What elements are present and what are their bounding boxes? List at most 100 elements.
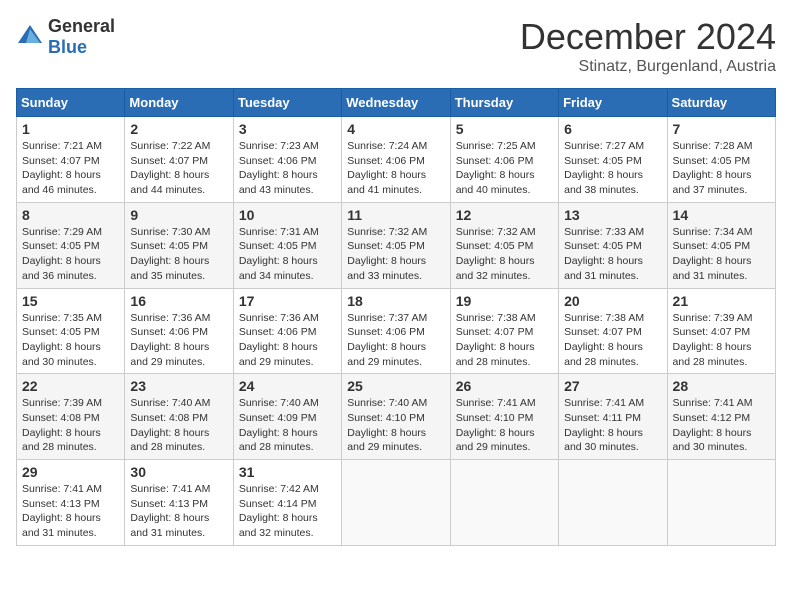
day-number: 4: [347, 121, 444, 137]
day-number: 7: [673, 121, 770, 137]
location: Stinatz, Burgenland, Austria: [520, 58, 776, 76]
calendar-body: 1Sunrise: 7:21 AM Sunset: 4:07 PM Daylig…: [17, 117, 776, 546]
day-number: 10: [239, 207, 336, 223]
calendar-header-row: SundayMondayTuesdayWednesdayThursdayFrid…: [17, 89, 776, 117]
calendar-cell: 8 Sunrise: 7:29 AM Sunset: 4:05 PM Daylig…: [17, 202, 125, 288]
day-number: 29: [22, 464, 119, 480]
day-number: 30: [130, 464, 227, 480]
cell-info: Sunrise: 7:39 AM Sunset: 4:08 PM Dayligh…: [22, 396, 119, 455]
calendar-cell: 3 Sunrise: 7:23 AM Sunset: 4:06 PM Daylig…: [233, 117, 341, 203]
day-number: 16: [130, 293, 227, 309]
calendar-cell: 24 Sunrise: 7:40 AM Sunset: 4:09 PM Dayli…: [233, 374, 341, 460]
calendar-cell: 2 Sunrise: 7:22 AM Sunset: 4:07 PM Daylig…: [125, 117, 233, 203]
day-number: 8: [22, 207, 119, 223]
calendar-cell: 9 Sunrise: 7:30 AM Sunset: 4:05 PM Daylig…: [125, 202, 233, 288]
calendar-cell: 19Sunrise: 7:38 AM Sunset: 4:07 PM Dayli…: [450, 288, 558, 374]
cell-info: Sunrise: 7:21 AM Sunset: 4:07 PM Dayligh…: [22, 139, 119, 198]
col-header-saturday: Saturday: [667, 89, 775, 117]
cell-info: Sunrise: 7:41 AM Sunset: 4:11 PM Dayligh…: [564, 396, 661, 455]
day-number: 3: [239, 121, 336, 137]
cell-info: Sunrise: 7:32 AM Sunset: 4:05 PM Dayligh…: [347, 225, 444, 284]
day-number: 12: [456, 207, 553, 223]
day-number: 9: [130, 207, 227, 223]
col-header-monday: Monday: [125, 89, 233, 117]
calendar-cell: 10Sunrise: 7:31 AM Sunset: 4:05 PM Dayli…: [233, 202, 341, 288]
calendar-cell: [667, 460, 775, 546]
col-header-tuesday: Tuesday: [233, 89, 341, 117]
col-header-friday: Friday: [559, 89, 667, 117]
title-block: December 2024 Stinatz, Burgenland, Austr…: [520, 16, 776, 76]
logo: General Blue: [16, 16, 115, 58]
calendar-cell: [342, 460, 450, 546]
cell-info: Sunrise: 7:29 AM Sunset: 4:05 PM Dayligh…: [22, 225, 119, 284]
col-header-thursday: Thursday: [450, 89, 558, 117]
cell-info: Sunrise: 7:41 AM Sunset: 4:13 PM Dayligh…: [22, 482, 119, 541]
logo-general: General: [48, 16, 115, 36]
logo-blue: Blue: [48, 37, 87, 57]
cell-info: Sunrise: 7:36 AM Sunset: 4:06 PM Dayligh…: [130, 311, 227, 370]
cell-info: Sunrise: 7:39 AM Sunset: 4:07 PM Dayligh…: [673, 311, 770, 370]
calendar-week-3: 15Sunrise: 7:35 AM Sunset: 4:05 PM Dayli…: [17, 288, 776, 374]
cell-info: Sunrise: 7:23 AM Sunset: 4:06 PM Dayligh…: [239, 139, 336, 198]
cell-info: Sunrise: 7:38 AM Sunset: 4:07 PM Dayligh…: [564, 311, 661, 370]
day-number: 31: [239, 464, 336, 480]
day-number: 11: [347, 207, 444, 223]
cell-info: Sunrise: 7:27 AM Sunset: 4:05 PM Dayligh…: [564, 139, 661, 198]
calendar-cell: 21 Sunrise: 7:39 AM Sunset: 4:07 PM Dayli…: [667, 288, 775, 374]
calendar-cell: 6 Sunrise: 7:27 AM Sunset: 4:05 PM Daylig…: [559, 117, 667, 203]
day-number: 22: [22, 378, 119, 394]
calendar-cell: 11 Sunrise: 7:32 AM Sunset: 4:05 PM Dayli…: [342, 202, 450, 288]
calendar-cell: 17 Sunrise: 7:36 AM Sunset: 4:06 PM Dayli…: [233, 288, 341, 374]
calendar-week-2: 8 Sunrise: 7:29 AM Sunset: 4:05 PM Daylig…: [17, 202, 776, 288]
calendar-cell: 14 Sunrise: 7:34 AM Sunset: 4:05 PM Dayli…: [667, 202, 775, 288]
day-number: 27: [564, 378, 661, 394]
cell-info: Sunrise: 7:37 AM Sunset: 4:06 PM Dayligh…: [347, 311, 444, 370]
calendar-cell: 20 Sunrise: 7:38 AM Sunset: 4:07 PM Dayli…: [559, 288, 667, 374]
cell-info: Sunrise: 7:28 AM Sunset: 4:05 PM Dayligh…: [673, 139, 770, 198]
day-number: 15: [22, 293, 119, 309]
calendar-cell: 23 Sunrise: 7:40 AM Sunset: 4:08 PM Dayli…: [125, 374, 233, 460]
cell-info: Sunrise: 7:25 AM Sunset: 4:06 PM Dayligh…: [456, 139, 553, 198]
day-number: 13: [564, 207, 661, 223]
calendar-cell: 29 Sunrise: 7:41 AM Sunset: 4:13 PM Dayli…: [17, 460, 125, 546]
cell-info: Sunrise: 7:34 AM Sunset: 4:05 PM Dayligh…: [673, 225, 770, 284]
calendar-cell: 13 Sunrise: 7:33 AM Sunset: 4:05 PM Dayli…: [559, 202, 667, 288]
cell-info: Sunrise: 7:24 AM Sunset: 4:06 PM Dayligh…: [347, 139, 444, 198]
cell-info: Sunrise: 7:38 AM Sunset: 4:07 PM Dayligh…: [456, 311, 553, 370]
cell-info: Sunrise: 7:22 AM Sunset: 4:07 PM Dayligh…: [130, 139, 227, 198]
cell-info: Sunrise: 7:30 AM Sunset: 4:05 PM Dayligh…: [130, 225, 227, 284]
col-header-wednesday: Wednesday: [342, 89, 450, 117]
calendar-cell: 15Sunrise: 7:35 AM Sunset: 4:05 PM Dayli…: [17, 288, 125, 374]
day-number: 26: [456, 378, 553, 394]
cell-info: Sunrise: 7:42 AM Sunset: 4:14 PM Dayligh…: [239, 482, 336, 541]
calendar-week-4: 22 Sunrise: 7:39 AM Sunset: 4:08 PM Dayli…: [17, 374, 776, 460]
cell-info: Sunrise: 7:40 AM Sunset: 4:08 PM Dayligh…: [130, 396, 227, 455]
calendar-week-1: 1Sunrise: 7:21 AM Sunset: 4:07 PM Daylig…: [17, 117, 776, 203]
calendar-cell: 1Sunrise: 7:21 AM Sunset: 4:07 PM Daylig…: [17, 117, 125, 203]
day-number: 21: [673, 293, 770, 309]
day-number: 6: [564, 121, 661, 137]
day-number: 2: [130, 121, 227, 137]
cell-info: Sunrise: 7:36 AM Sunset: 4:06 PM Dayligh…: [239, 311, 336, 370]
day-number: 25: [347, 378, 444, 394]
cell-info: Sunrise: 7:41 AM Sunset: 4:10 PM Dayligh…: [456, 396, 553, 455]
calendar-cell: 26 Sunrise: 7:41 AM Sunset: 4:10 PM Dayli…: [450, 374, 558, 460]
day-number: 24: [239, 378, 336, 394]
calendar-cell: 22 Sunrise: 7:39 AM Sunset: 4:08 PM Dayli…: [17, 374, 125, 460]
day-number: 20: [564, 293, 661, 309]
page-header: General Blue December 2024 Stinatz, Burg…: [16, 16, 776, 76]
calendar-cell: 18 Sunrise: 7:37 AM Sunset: 4:06 PM Dayli…: [342, 288, 450, 374]
month-title: December 2024: [520, 16, 776, 58]
day-number: 18: [347, 293, 444, 309]
day-number: 23: [130, 378, 227, 394]
logo-icon: [16, 21, 44, 49]
day-number: 14: [673, 207, 770, 223]
calendar-cell: 16 Sunrise: 7:36 AM Sunset: 4:06 PM Dayli…: [125, 288, 233, 374]
day-number: 5: [456, 121, 553, 137]
calendar-table: SundayMondayTuesdayWednesdayThursdayFrid…: [16, 88, 776, 546]
cell-info: Sunrise: 7:40 AM Sunset: 4:09 PM Dayligh…: [239, 396, 336, 455]
day-number: 17: [239, 293, 336, 309]
cell-info: Sunrise: 7:33 AM Sunset: 4:05 PM Dayligh…: [564, 225, 661, 284]
cell-info: Sunrise: 7:32 AM Sunset: 4:05 PM Dayligh…: [456, 225, 553, 284]
cell-info: Sunrise: 7:40 AM Sunset: 4:10 PM Dayligh…: [347, 396, 444, 455]
